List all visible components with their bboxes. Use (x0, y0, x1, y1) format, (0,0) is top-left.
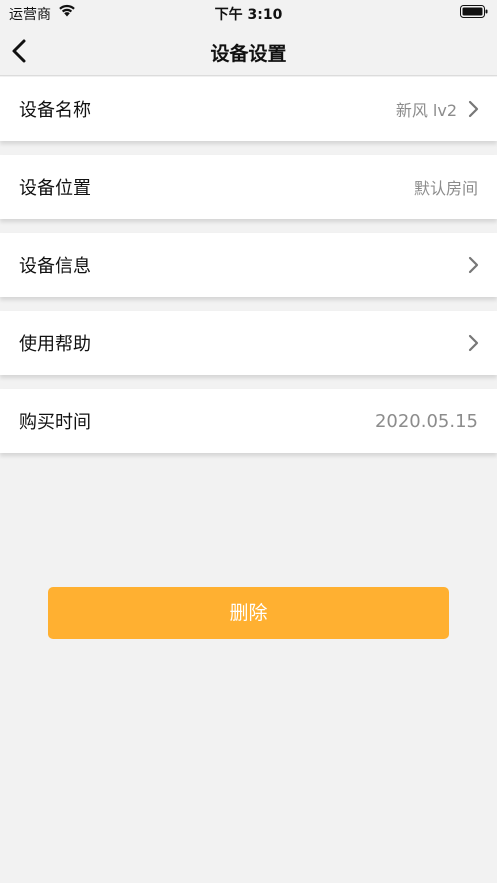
row-value: 新风 lv2 (395, 101, 457, 120)
row-device-name[interactable]: 设备名称 新风 lv2 (0, 77, 497, 141)
row-label: 购买时间 (19, 412, 91, 433)
row-value: 2020.05.15 (374, 410, 478, 432)
row-usage-help[interactable]: 使用帮助 (0, 311, 497, 375)
navigation-bar: 设备设置 (0, 26, 497, 76)
chevron-right-icon (468, 256, 479, 274)
page-title: 设备设置 (210, 43, 287, 65)
chevron-right-icon (468, 334, 479, 352)
row-label: 设备名称 (19, 100, 91, 121)
delete-button[interactable]: 删除 (48, 587, 449, 639)
row-device-info[interactable]: 设备信息 (0, 233, 497, 297)
chevron-right-icon (468, 100, 479, 118)
row-label: 设备位置 (19, 178, 91, 199)
row-label: 使用帮助 (19, 334, 91, 355)
row-device-location[interactable]: 设备位置 默认房间 (0, 155, 497, 219)
status-time: 下午 3:10 (214, 7, 283, 23)
row-purchase-date: 购买时间 2020.05.15 (0, 389, 497, 453)
row-value: 默认房间 (413, 179, 478, 198)
row-label: 设备信息 (19, 256, 91, 277)
battery-icon (460, 5, 488, 18)
status-bar: 运营商 下午 3:10 (0, 0, 497, 26)
